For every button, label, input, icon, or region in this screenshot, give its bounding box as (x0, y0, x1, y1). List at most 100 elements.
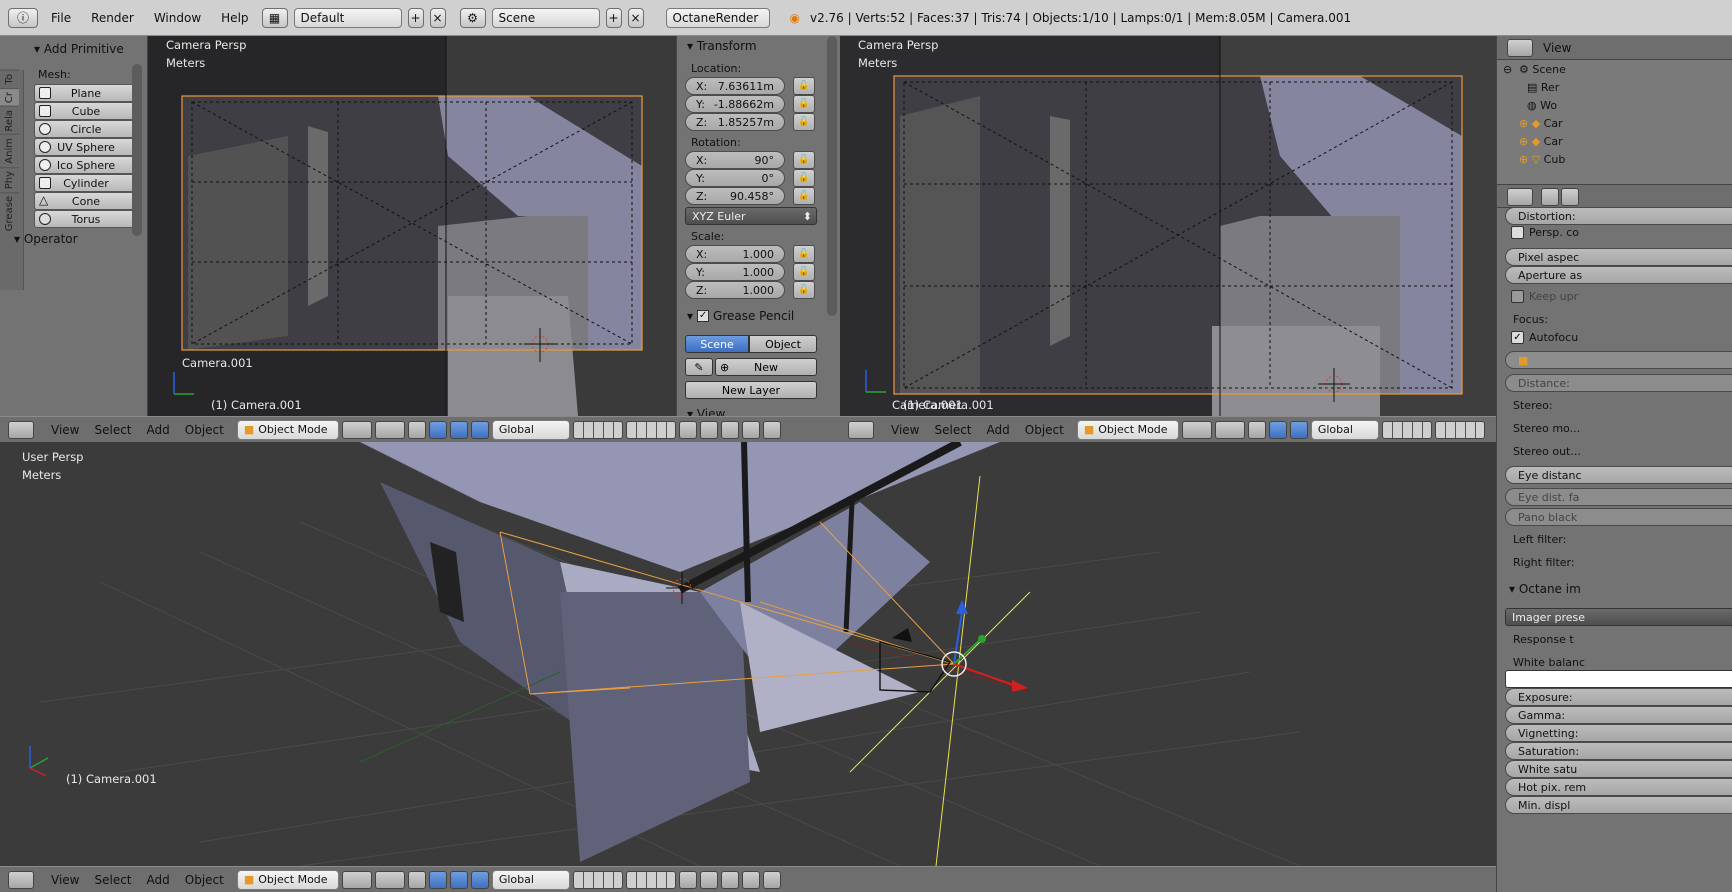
scale-x-lock-icon[interactable]: 🔓 (793, 245, 815, 263)
tab-create[interactable]: Cr (0, 87, 19, 106)
editor-type-3d-icon[interactable] (8, 870, 34, 889)
outliner-item-scene[interactable]: ⚙ Scene (1519, 63, 1566, 76)
hot-pixel-field[interactable]: Hot pix. rem (1505, 778, 1732, 796)
pixel-aspect-field[interactable]: Pixel aspec (1505, 248, 1732, 266)
add-cone-button[interactable]: △ Cone (34, 192, 138, 210)
location-x-lock-icon[interactable]: 🔓 (793, 77, 815, 95)
autofocus-checkbox[interactable]: ✓ (1511, 331, 1524, 344)
info-editor-type-button[interactable]: ⓘ (8, 7, 38, 28)
menu-file[interactable]: File (44, 11, 78, 25)
orientation-select[interactable]: Global (491, 869, 570, 890)
eye-dist-fa-field[interactable]: Eye dist. fa (1505, 488, 1732, 506)
add-scene-button[interactable]: + (605, 7, 622, 28)
render-preview-icon[interactable] (762, 870, 781, 889)
layers-grid-a[interactable] (1381, 420, 1432, 439)
layers-grid-a[interactable] (572, 420, 623, 439)
add-screen-button[interactable]: + (407, 7, 424, 28)
transform-header[interactable]: ▾ Transform (687, 39, 757, 53)
scale-z-field[interactable]: Z: 1.000 (685, 281, 785, 299)
layer-lock-icon[interactable] (678, 870, 697, 889)
n-panel-scrollbar[interactable] (827, 36, 837, 316)
scale-icon[interactable] (470, 420, 489, 439)
add-torus-button[interactable]: Torus (34, 210, 138, 228)
operator-header[interactable]: ▾ Operator (14, 232, 78, 246)
translate-icon[interactable] (428, 870, 447, 889)
location-y-field[interactable]: Y: -1.88662m (685, 95, 785, 113)
tab-grease[interactable]: Grease (0, 192, 19, 235)
translate-icon[interactable] (1268, 420, 1287, 439)
rotation-x-field[interactable]: X: 90° (685, 151, 785, 169)
manipulator-toggle[interactable] (407, 420, 426, 439)
aperture-aspect-field[interactable]: Aperture as (1505, 266, 1732, 284)
tab-tools[interactable]: To (0, 70, 19, 88)
properties-editor-type-icon[interactable] (1507, 188, 1533, 206)
scale-y-field[interactable]: Y: 1.000 (685, 263, 785, 281)
menu-object[interactable]: Object (179, 423, 230, 437)
menu-select[interactable]: Select (88, 423, 137, 437)
location-z-lock-icon[interactable]: 🔓 (793, 113, 815, 131)
viewport-camera-left[interactable]: Camera Persp Meters Camera.001 (1) Camer… (148, 36, 676, 416)
add-plane-button[interactable]: Plane (34, 84, 138, 102)
outliner-item-cube[interactable]: ⊕ ▽ Cub (1519, 153, 1565, 166)
pivot-select[interactable] (374, 870, 405, 889)
rotate-icon[interactable] (1289, 420, 1308, 439)
scale-x-field[interactable]: X: 1.000 (685, 245, 785, 263)
add-cube-button[interactable]: Cube (34, 102, 138, 120)
remove-scene-button[interactable]: × (627, 7, 644, 28)
rotate-icon[interactable] (449, 870, 468, 889)
white-balance-color[interactable] (1505, 670, 1732, 688)
outliner-collapse-icon[interactable]: ⊖ (1503, 63, 1512, 76)
grease-new-button[interactable]: ⊕ New (715, 358, 817, 376)
orientation-select[interactable]: Global (491, 419, 570, 440)
octane-imager-header[interactable]: ▾ Octane im (1509, 582, 1581, 596)
outliner-menu-view[interactable]: View (1543, 41, 1571, 55)
focus-object-field[interactable]: ■ (1505, 351, 1732, 369)
add-primitive-header[interactable]: ▾ Add Primitive (34, 42, 124, 56)
translate-icon[interactable] (428, 420, 447, 439)
menu-add[interactable]: Add (981, 423, 1016, 437)
rotation-mode-select[interactable]: XYZ Euler ⬍ (685, 207, 817, 225)
snap-element-icon[interactable] (741, 420, 760, 439)
menu-view[interactable]: View (45, 873, 85, 887)
rotate-icon[interactable] (449, 420, 468, 439)
grease-pencil-header[interactable]: ▾ ✓ Grease Pencil (687, 309, 794, 323)
outliner-item-render[interactable]: ▤ Rer (1527, 81, 1559, 94)
location-z-field[interactable]: Z: 1.85257m (685, 113, 785, 131)
scene-icon[interactable]: ⚙ (459, 7, 486, 28)
saturation-field[interactable]: Saturation: (1505, 742, 1732, 760)
layers-grid-b[interactable] (1434, 420, 1485, 439)
snap-icon[interactable] (720, 420, 739, 439)
distance-field[interactable]: Distance: (1505, 374, 1732, 392)
add-circle-button[interactable]: Circle (34, 120, 138, 138)
layers-grid-a[interactable] (572, 870, 623, 889)
layers-grid-b[interactable] (625, 420, 676, 439)
menu-select[interactable]: Select (88, 873, 137, 887)
menu-add[interactable]: Add (141, 873, 176, 887)
proportional-edit-icon[interactable] (699, 870, 718, 889)
rotation-z-lock-icon[interactable]: 🔓 (793, 187, 815, 205)
scale-icon[interactable] (470, 870, 489, 889)
orientation-select[interactable]: Global (1310, 419, 1379, 440)
imager-preset-select[interactable]: Imager prese (1505, 608, 1732, 626)
screen-layout-field[interactable]: Default (293, 7, 402, 28)
new-layer-button[interactable]: New Layer (685, 381, 817, 399)
rotation-x-lock-icon[interactable]: 🔓 (793, 151, 815, 169)
tab-animation[interactable]: Anim (0, 134, 19, 167)
menu-add[interactable]: Add (141, 423, 176, 437)
render-preview-icon[interactable] (762, 420, 781, 439)
object-mode-select[interactable]: ■ Object Mode (236, 869, 339, 890)
vignetting-field[interactable]: Vignetting: (1505, 724, 1732, 742)
menu-window[interactable]: Window (147, 11, 208, 25)
snap-icon[interactable] (720, 870, 739, 889)
snap-element-icon[interactable] (741, 870, 760, 889)
pencil-icon[interactable]: ✎ (685, 358, 713, 376)
keep-upright-checkbox[interactable] (1511, 290, 1524, 303)
shading-select[interactable] (341, 420, 372, 439)
shading-select[interactable] (1181, 420, 1212, 439)
shelf-scrollbar[interactable] (132, 64, 142, 236)
viewport-camera-right[interactable]: Camera Persp Meters Camera.001 (1) Camer… (840, 36, 1496, 416)
eye-distance-field[interactable]: Eye distanc (1505, 466, 1732, 484)
white-saturation-field[interactable]: White satu (1505, 760, 1732, 778)
remove-screen-button[interactable]: × (429, 7, 446, 28)
add-cylinder-button[interactable]: Cylinder (34, 174, 138, 192)
